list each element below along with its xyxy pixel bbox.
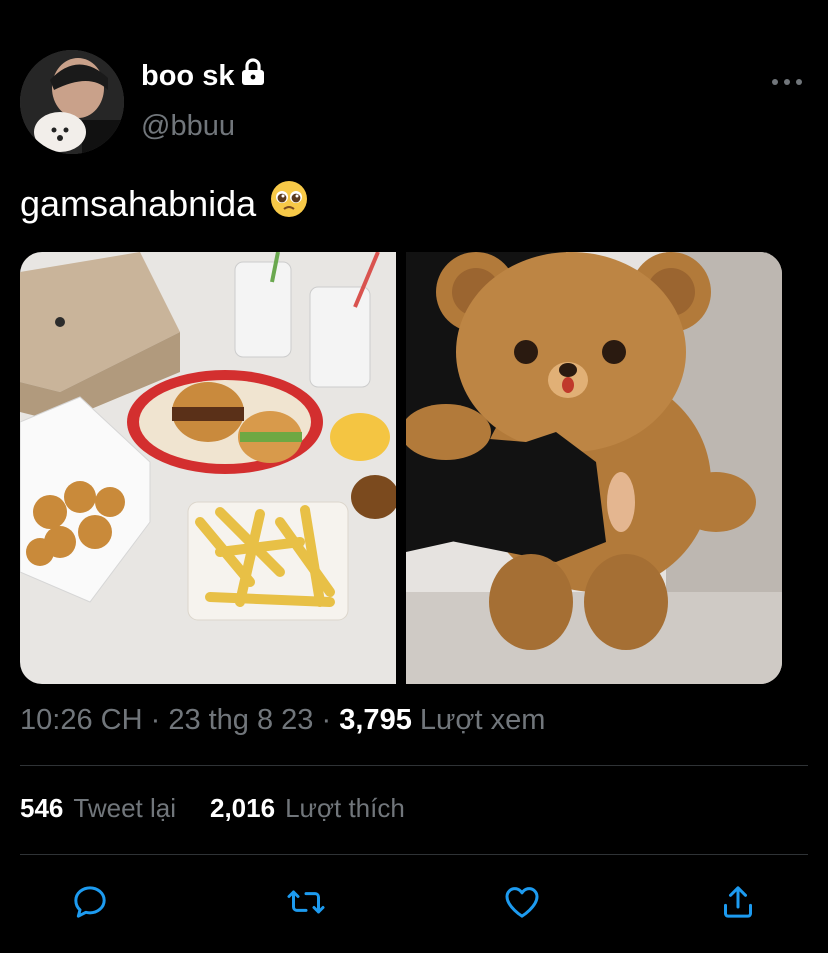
tweet-media bbox=[20, 252, 782, 684]
meta-separator: · bbox=[150, 704, 161, 736]
media-photo-teddy[interactable] bbox=[406, 252, 782, 684]
tweet-time[interactable]: 10:26 CH bbox=[20, 704, 143, 736]
user-handle[interactable]: @bbuu bbox=[141, 110, 235, 143]
tweet-actions bbox=[0, 880, 828, 930]
likes-count[interactable]: 2,016 bbox=[210, 793, 275, 824]
display-name[interactable]: boo sk bbox=[141, 58, 266, 94]
lock-icon bbox=[240, 58, 266, 94]
meta-separator: · bbox=[321, 704, 332, 736]
share-icon[interactable] bbox=[716, 880, 760, 924]
retweets-count[interactable]: 546 bbox=[20, 793, 63, 824]
more-options-icon[interactable] bbox=[772, 70, 802, 94]
tweet-stats: 546 Tweet lại 2,016 Lượt thích bbox=[20, 793, 405, 824]
like-icon[interactable] bbox=[500, 880, 544, 924]
media-photo-food[interactable] bbox=[20, 252, 396, 684]
tweet-text-content: gamsahabnida bbox=[20, 182, 257, 224]
views-count: 3,795 bbox=[339, 704, 412, 736]
reply-icon[interactable] bbox=[68, 880, 112, 924]
views-label: Lượt xem bbox=[419, 704, 546, 736]
display-name-text: boo sk bbox=[141, 59, 235, 92]
retweet-icon[interactable] bbox=[284, 880, 328, 924]
likes-label[interactable]: Lượt thích bbox=[285, 793, 405, 824]
retweets-label[interactable]: Tweet lại bbox=[73, 793, 176, 824]
pleading-face-emoji bbox=[270, 180, 308, 227]
divider bbox=[20, 765, 808, 766]
tweet-text: gamsahabnida bbox=[20, 180, 308, 227]
avatar[interactable] bbox=[20, 50, 124, 154]
tweet-date[interactable]: 23 thg 8 23 bbox=[168, 704, 313, 736]
divider bbox=[20, 854, 808, 855]
tweet-meta: 10:26 CH · 23 thg 8 23 · 3,795 Lượt xem bbox=[20, 704, 545, 737]
